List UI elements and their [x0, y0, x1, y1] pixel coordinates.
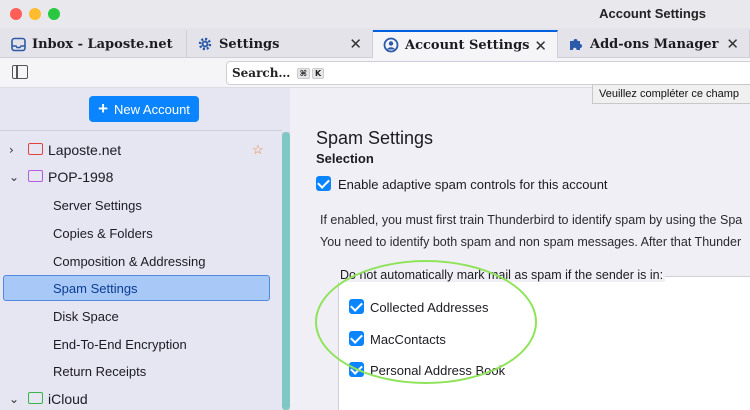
- chevron-down-icon[interactable]: ⌄: [9, 392, 21, 406]
- sidebar-item-label: Spam Settings: [53, 280, 138, 296]
- adaptive-spam-checkbox[interactable]: [316, 176, 331, 191]
- sidebar-item-label: Server Settings: [53, 197, 142, 213]
- maccontacts-checkbox[interactable]: [349, 331, 364, 346]
- shortcut-key: ⌘: [296, 68, 311, 79]
- tab-strip: Inbox - Laposte.net Settings ✕ Account S…: [0, 28, 750, 58]
- sidebar-item-composition-addressing[interactable]: Composition & Addressing: [0, 248, 282, 274]
- account-settings-icon: [383, 37, 399, 53]
- sidebar-item-label: Return Receipts: [53, 363, 147, 379]
- window-title: Account Settings: [599, 6, 706, 21]
- plus-icon: +: [98, 99, 109, 118]
- close-icon[interactable]: ✕: [726, 35, 739, 53]
- sidebar-item-label: Disk Space: [53, 308, 119, 324]
- mail-account-icon: [28, 170, 43, 182]
- account-icloud[interactable]: ⌄ iCloud: [0, 386, 282, 410]
- close-icon[interactable]: ✕: [534, 37, 547, 55]
- info-text: If enabled, you must first train Thunder…: [320, 213, 743, 227]
- puzzle-icon: [568, 36, 584, 52]
- sidebar-item-label: Copies & Folders: [53, 225, 153, 241]
- search-input[interactable]: Search… ⌘ K: [226, 61, 750, 85]
- gear-icon: [197, 36, 213, 52]
- mail-account-icon: [28, 392, 43, 404]
- mail-account-icon: [28, 143, 43, 155]
- account-label: iCloud: [48, 391, 88, 407]
- tab-label: Inbox - Laposte.net: [32, 36, 173, 52]
- close-icon[interactable]: ✕: [349, 35, 362, 53]
- info-text: You need to identify both spam and non s…: [320, 235, 742, 249]
- tab-settings[interactable]: Settings ✕: [187, 30, 373, 58]
- sidebar-item-end-to-end-encryption[interactable]: End-To-End Encryption: [0, 331, 282, 357]
- tab-addons-manager[interactable]: Add-ons Manager ✕: [558, 30, 750, 58]
- exclude-label: Do not automatically mark mail as spam i…: [338, 268, 666, 282]
- sidebar-item-spam-settings[interactable]: Spam Settings: [3, 275, 270, 301]
- divider: [0, 130, 282, 131]
- account-sidebar: + New Account › Laposte.net ☆ ⌄ POP-1998…: [0, 88, 290, 410]
- search-placeholder: Search…: [232, 66, 291, 80]
- inbox-icon: [10, 36, 26, 52]
- tab-label: Settings: [219, 36, 280, 52]
- sidebar-scrollbar-thumb[interactable]: [282, 132, 290, 410]
- sidebar-item-disk-space[interactable]: Disk Space: [0, 303, 282, 329]
- shortcut-key: K: [312, 68, 325, 79]
- account-pop-1998[interactable]: ⌄ POP-1998: [0, 164, 282, 190]
- account-label: POP-1998: [48, 169, 114, 185]
- sidebar-item-return-receipts[interactable]: Return Receipts: [0, 358, 282, 384]
- new-account-label: New Account: [114, 101, 190, 117]
- collected-addresses-checkbox[interactable]: [349, 299, 364, 314]
- personal-address-book-checkbox[interactable]: [349, 362, 364, 377]
- tab-label: Add-ons Manager: [590, 36, 719, 52]
- personal-address-book-label: Personal Address Book: [370, 363, 506, 378]
- zoom-window-button[interactable]: [48, 8, 60, 20]
- sidebar-item-server-settings[interactable]: Server Settings: [0, 192, 282, 218]
- chevron-down-icon[interactable]: ⌄: [9, 170, 21, 184]
- account-laposte[interactable]: › Laposte.net ☆: [0, 137, 282, 163]
- new-account-button[interactable]: + New Account: [89, 96, 199, 122]
- page-title: Spam Settings: [316, 128, 434, 148]
- tab-account-settings[interactable]: Account Settings ✕: [373, 30, 558, 58]
- title-bar: Account Settings: [0, 0, 750, 28]
- chevron-right-icon[interactable]: ›: [9, 143, 21, 157]
- minimize-window-button[interactable]: [29, 8, 41, 20]
- sidebar-toggle-icon[interactable]: [12, 65, 28, 79]
- account-label: Laposte.net: [48, 142, 122, 158]
- collected-addresses-label: Collected Addresses: [370, 300, 489, 315]
- sidebar-item-label: End-To-End Encryption: [53, 336, 187, 352]
- settings-pane: Spam Settings Selection Enable adaptive …: [290, 88, 750, 410]
- close-window-button[interactable]: [10, 8, 22, 20]
- tab-inbox[interactable]: Inbox - Laposte.net: [0, 30, 187, 58]
- adaptive-spam-label: Enable adaptive spam controls for this a…: [338, 177, 608, 192]
- tab-label: Account Settings: [405, 37, 530, 53]
- validation-tooltip: Veuillez compléter ce champ: [592, 84, 750, 104]
- maccontacts-label: MacContacts: [370, 332, 446, 347]
- section-title: Selection: [316, 151, 374, 166]
- star-icon: ☆: [252, 142, 264, 157]
- sidebar-item-copies-folders[interactable]: Copies & Folders: [0, 220, 282, 246]
- sidebar-item-label: Composition & Addressing: [53, 253, 206, 269]
